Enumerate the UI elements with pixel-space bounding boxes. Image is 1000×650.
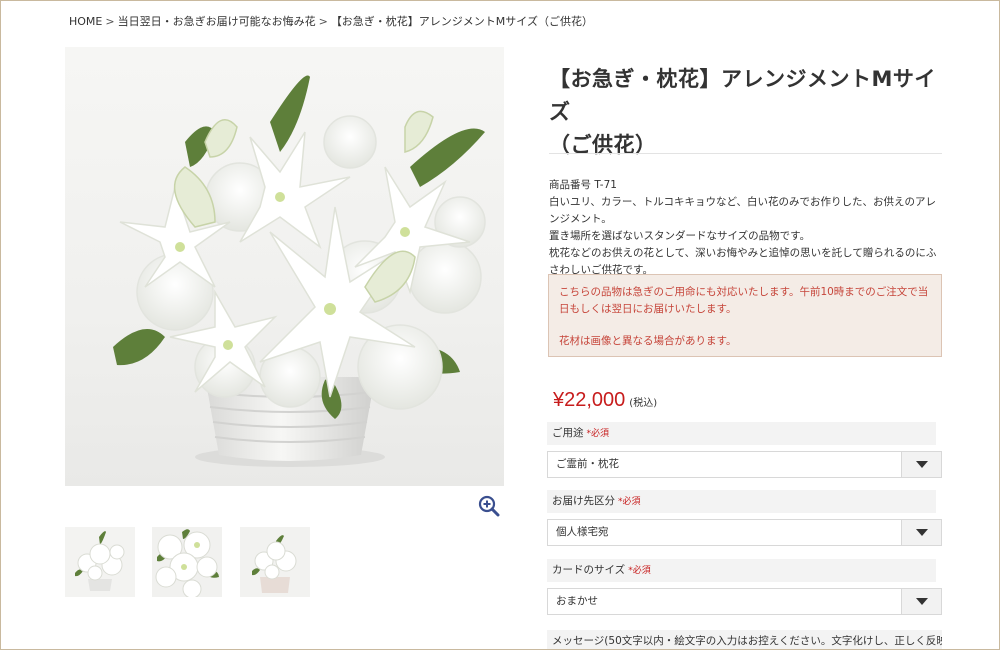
breadcrumb-home[interactable]: HOME <box>69 15 102 28</box>
caret-down-icon <box>916 598 928 605</box>
product-thumbnail-3[interactable] <box>240 527 310 597</box>
card-size-selected-value: おまかせ <box>556 595 598 607</box>
delivery-select[interactable]: 個人様宅宛 <box>547 519 942 546</box>
card-size-dropdown-button[interactable] <box>901 589 941 614</box>
product-price: ¥22,000 <box>553 389 626 411</box>
card-size-label: カードのサイズ *必須 <box>547 559 936 582</box>
sku-value: T-71 <box>594 179 617 191</box>
product-sku: 商品番号 T-71 <box>549 177 944 194</box>
delivery-notice: こちらの品物は急ぎのご用命にも対応いたします。午前10時までのご注文で当日もしく… <box>548 274 942 357</box>
breadcrumb-current: 【お急ぎ・枕花】アレンジメントMサイズ（ご供花） <box>330 15 593 28</box>
divider <box>549 153 942 154</box>
usage-select[interactable]: ご霊前・枕花 <box>547 451 942 478</box>
breadcrumb-category[interactable]: 当日翌日・お急ぎお届け可能なお悔み花 <box>118 15 316 28</box>
tax-note: (税込) <box>629 398 658 409</box>
card-size-select[interactable]: おまかせ <box>547 588 942 615</box>
required-mark: *必須 <box>586 429 610 439</box>
zoom-in-icon[interactable] <box>478 495 500 517</box>
breadcrumb-separator: > <box>318 15 328 28</box>
sku-label: 商品番号 <box>549 179 591 191</box>
caret-down-icon <box>916 529 928 536</box>
delivery-selected-value: 個人様宅宛 <box>556 526 609 538</box>
usage-selected-value: ご霊前・枕花 <box>556 458 619 470</box>
price-row: ¥22,000 (税込) <box>553 389 657 412</box>
product-main-image[interactable] <box>65 47 504 486</box>
product-title-line-2: （ご供花） <box>549 133 657 157</box>
product-description: 商品番号 T-71 白いユリ、カラー、トルコキキョウなど、白い花のみでお作りした… <box>549 177 944 279</box>
page-frame: HOME > 当日翌日・お急ぎお届け可能なお悔み花 > 【お急ぎ・枕花】アレンジメントM… <box>0 0 1000 650</box>
flower-arrangement-illustration <box>113 75 486 467</box>
breadcrumb: HOME > 当日翌日・お急ぎお届け可能なお悔み花 > 【お急ぎ・枕花】アレンジメントM… <box>69 13 593 29</box>
product-title-line-1: 【お急ぎ・枕花】アレンジメントMサイズ <box>549 67 936 124</box>
description-line-1: 白いユリ、カラー、トルコキキョウなど、白い花のみでお作りした、お供えのアレンジメ… <box>549 196 937 225</box>
delivery-label: お届け先区分 *必須 <box>547 490 936 513</box>
usage-dropdown-button[interactable] <box>901 452 941 477</box>
notice-delivery-text: こちらの品物は急ぎのご用命にも対応いたします。午前10時までのご注文で当日もしく… <box>559 286 929 315</box>
breadcrumb-separator: > <box>105 15 115 28</box>
required-mark: *必須 <box>628 566 651 576</box>
message-label: メッセージ(50文字以内・絵文字の入力はお控えください。文字化けし、正しく反映さ… <box>547 630 942 649</box>
notice-material-text: 花材は画像と異なる場合があります。 <box>559 335 737 347</box>
product-thumbnail-1[interactable] <box>65 527 135 597</box>
caret-down-icon <box>916 461 928 468</box>
delivery-dropdown-button[interactable] <box>901 520 941 545</box>
usage-label: ご用途 *必須 <box>547 422 936 445</box>
product-title: 【お急ぎ・枕花】アレンジメントMサイズ （ご供花） <box>549 63 941 162</box>
required-mark: *必須 <box>618 497 641 507</box>
product-thumbnail-2[interactable] <box>152 527 222 597</box>
description-line-2: 置き場所を選ばないスタンダードなサイズの品物です。 <box>549 230 811 242</box>
